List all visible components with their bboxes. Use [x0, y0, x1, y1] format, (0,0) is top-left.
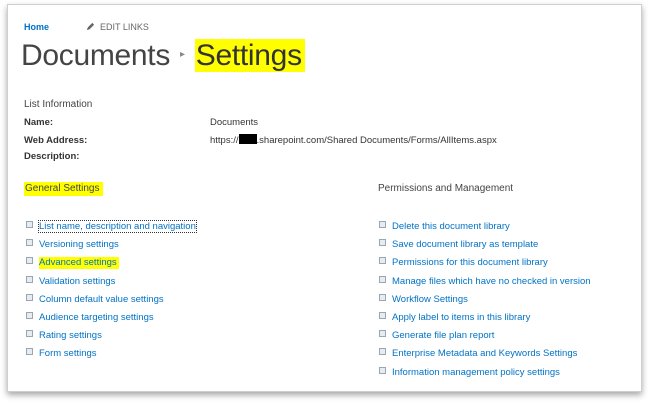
settings-page: Home EDIT LINKS Documents ▸ Settings List …	[7, 4, 642, 392]
bullet-icon	[379, 311, 386, 319]
name-key: Name:	[24, 117, 54, 128]
delete-library-link[interactable]: Delete this document library	[392, 221, 510, 232]
bullet-icon	[379, 366, 386, 374]
description-row: Description:	[24, 151, 210, 162]
workflow-settings-link[interactable]: Workflow Settings	[392, 294, 468, 305]
list-item: List name, description and navigation	[26, 220, 197, 239]
bullet-icon	[26, 311, 33, 319]
page-title: Documents ▸ Settings	[21, 39, 305, 73]
bullet-icon	[26, 293, 33, 301]
bullet-icon	[26, 239, 33, 247]
top-nav: Home EDIT LINKS	[24, 22, 149, 32]
description-key: Description:	[24, 151, 80, 162]
form-settings-link[interactable]: Form settings	[39, 348, 97, 359]
bullet-icon	[379, 239, 386, 247]
web-address-prefix: https://	[210, 135, 239, 146]
enterprise-metadata-link[interactable]: Enterprise Metadata and Keywords Setting…	[392, 348, 577, 359]
web-address-suffix: .sharepoint.com/Shared Documents/Forms/A…	[256, 135, 497, 146]
general-settings-links: List name, description and navigation Ve…	[26, 220, 197, 367]
pencil-icon	[86, 22, 95, 31]
home-link[interactable]: Home	[24, 22, 49, 32]
list-item: Rating settings	[26, 330, 196, 348]
edit-links-label: EDIT LINKS	[100, 22, 149, 32]
bullet-icon	[26, 348, 33, 356]
permissions-management-heading: Permissions and Management	[378, 183, 514, 194]
general-settings-heading: General Settings	[24, 182, 103, 196]
list-item: Workflow Settings	[379, 293, 591, 312]
list-item: Generate file plan report	[379, 330, 591, 348]
web-address-row: Web Address: https:// .sharepoint.com/Shar…	[24, 134, 497, 146]
manage-checked-out-files-link[interactable]: Manage files which have no checked in ve…	[392, 276, 591, 287]
list-name-description-navigation-link[interactable]: List name, description and navigation	[38, 220, 197, 233]
bullet-icon	[26, 275, 33, 283]
web-address-key: Web Address:	[24, 135, 88, 146]
list-item: Apply label to items in this library	[379, 311, 591, 330]
bullet-icon	[26, 257, 33, 265]
list-item: Information management policy settings	[379, 366, 591, 385]
breadcrumb-settings: Settings	[194, 39, 305, 72]
list-information-heading: List Information	[24, 99, 93, 110]
list-item: Versioning settings	[26, 239, 196, 257]
save-as-template-link[interactable]: Save document library as template	[392, 239, 538, 250]
general-settings-label: General Settings	[24, 182, 103, 196]
bullet-icon	[379, 221, 386, 228]
permissions-management-links: Delete this document library Save docume…	[379, 221, 591, 385]
list-item: Enterprise Metadata and Keywords Setting…	[379, 348, 591, 366]
bullet-icon	[379, 348, 386, 356]
bullet-icon	[26, 221, 33, 228]
list-item: Save document library as template	[379, 239, 591, 257]
apply-label-link[interactable]: Apply label to items in this library	[392, 312, 530, 323]
file-plan-report-link[interactable]: Generate file plan report	[392, 330, 494, 341]
column-default-value-settings-link[interactable]: Column default value settings	[39, 294, 164, 305]
redacted-block	[238, 134, 257, 144]
versioning-settings-link[interactable]: Versioning settings	[39, 239, 119, 250]
advanced-settings-link[interactable]: Advanced settings	[39, 257, 119, 270]
information-management-policy-link[interactable]: Information management policy settings	[392, 367, 560, 378]
list-item: Manage files which have no checked in ve…	[379, 275, 591, 294]
list-item: Delete this document library	[379, 221, 591, 239]
breadcrumb-documents[interactable]: Documents	[21, 39, 170, 72]
bullet-icon	[379, 275, 386, 283]
list-item: Advanced settings	[26, 257, 196, 275]
list-item: Form settings	[26, 348, 196, 366]
rating-settings-link[interactable]: Rating settings	[39, 330, 102, 341]
bullet-icon	[379, 330, 386, 338]
bullet-icon	[379, 293, 386, 301]
edit-links-button[interactable]: EDIT LINKS	[86, 22, 149, 32]
validation-settings-link[interactable]: Validation settings	[39, 276, 115, 287]
audience-targeting-settings-link[interactable]: Audience targeting settings	[39, 312, 154, 323]
name-row: Name: Documents	[24, 117, 258, 128]
list-item: Validation settings	[26, 275, 196, 294]
name-value: Documents	[210, 117, 259, 128]
bullet-icon	[379, 257, 386, 265]
list-item: Audience targeting settings	[26, 311, 196, 330]
list-item: Column default value settings	[26, 293, 196, 312]
breadcrumb-separator-icon: ▸	[180, 48, 185, 60]
list-item: Permissions for this document library	[379, 257, 591, 275]
bullet-icon	[26, 330, 33, 338]
library-permissions-link[interactable]: Permissions for this document library	[392, 257, 548, 268]
